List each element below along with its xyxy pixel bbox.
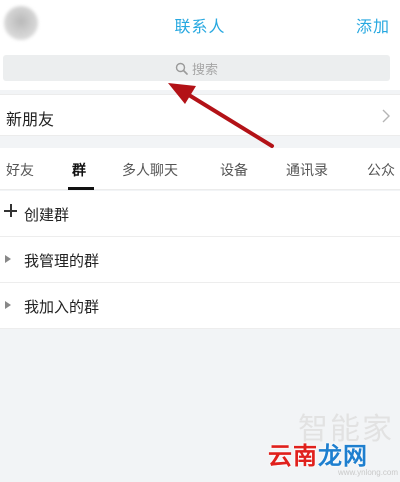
search-icon	[175, 62, 188, 75]
tab-devices[interactable]: 设备	[220, 160, 248, 180]
new-friends-row[interactable]: 新朋友	[0, 94, 400, 136]
create-group-label: 创建群	[24, 207, 70, 224]
active-tab-indicator	[68, 187, 94, 190]
tab-groups[interactable]: 群	[72, 160, 86, 180]
create-group-row[interactable]: 创建群	[0, 191, 400, 237]
new-friends-label: 新朋友	[6, 112, 55, 129]
page-title: 联系人	[174, 19, 226, 36]
chevron-right-icon	[382, 109, 390, 123]
tab-address-book[interactable]: 通讯录	[286, 160, 328, 180]
watermark-url: www.ynlong.com	[338, 468, 399, 477]
search-bar-container: 搜索	[0, 50, 400, 90]
tab-official-accounts[interactable]: 公众	[367, 160, 395, 180]
plus-icon	[4, 204, 18, 218]
add-button[interactable]: 添加	[356, 13, 390, 37]
contact-tabs: 好友 群 多人聊天 设备 通讯录 公众	[0, 148, 400, 190]
joined-groups-label: 我加入的群	[24, 299, 100, 316]
search-placeholder: 搜索	[191, 61, 218, 77]
expand-arrow-icon	[5, 255, 11, 263]
watermark-brand-1: 云南	[268, 443, 318, 470]
joined-groups-row[interactable]: 我加入的群	[0, 283, 400, 329]
tab-multi-chat[interactable]: 多人聊天	[122, 160, 178, 180]
managed-groups-label: 我管理的群	[24, 253, 100, 270]
managed-groups-row[interactable]: 我管理的群	[0, 237, 400, 283]
search-input[interactable]: 搜索	[3, 55, 390, 81]
watermark-brand-2: 龙网	[318, 443, 368, 470]
tab-friends[interactable]: 好友	[6, 160, 34, 180]
header: 联系人 添加	[0, 0, 400, 50]
watermark-logo: 云南龙网	[268, 436, 368, 471]
expand-arrow-icon	[5, 301, 11, 309]
group-list: 创建群 我管理的群 我加入的群	[0, 191, 400, 329]
